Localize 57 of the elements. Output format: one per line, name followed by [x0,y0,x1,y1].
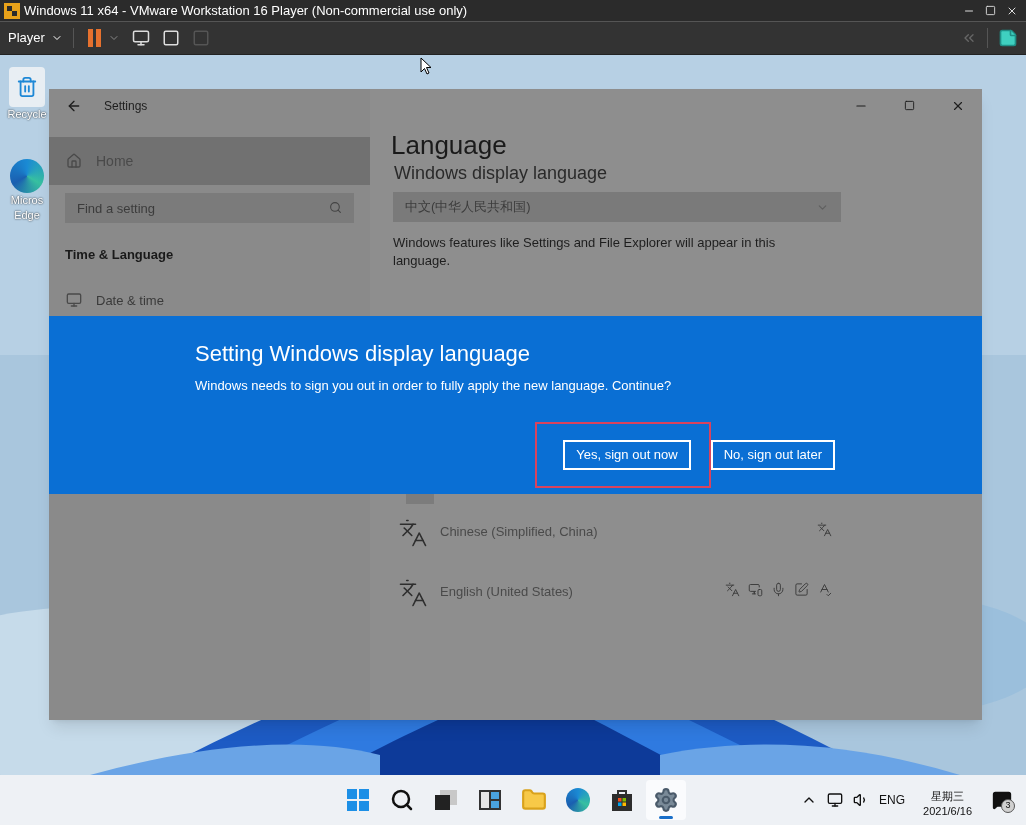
date: 2021/6/16 [923,804,972,819]
language-icon [398,578,428,608]
dialog-button[interactable]: Yes, sign out now [563,440,691,470]
maximize-icon[interactable] [904,100,915,111]
language-name: Chinese (Simplified, China) [440,523,598,541]
unity-icon [191,29,210,47]
handwriting-icon [794,582,809,597]
desktop-icon-label: Edge [14,208,40,223]
gear-icon [653,787,679,813]
search-icon [329,201,342,214]
taskbar-app[interactable] [646,780,686,820]
section-title: Time & Language [65,246,175,264]
dialog-title: Setting Windows display language [195,340,532,368]
dropdown-value: 中文(中华人民共和国) [405,198,532,217]
desktop-icon-label: Recycle [7,107,47,122]
description-text: Windows features like Settings and File Explorer will appear in this language. [393,234,777,270]
input-language[interactable]: ENG [879,791,906,809]
store-bag-icon [610,788,634,812]
full-screen-icon[interactable] [161,29,180,47]
app-title: Settings [104,97,148,115]
player-menu[interactable]: Player [8,28,63,48]
mouse-pointer-icon [420,57,432,75]
display-language-icon [725,582,740,597]
dialog-button[interactable]: No, sign out later [710,440,835,470]
widgets-icon [478,789,502,811]
dialog-message: Windows needs to sign you out in order to fully apply the new language. Continue? [195,377,673,395]
network-icon[interactable] [827,792,844,808]
send-keys-icon[interactable] [131,29,150,47]
section-heading: Windows display language [394,162,609,184]
display-language-icon [817,522,832,537]
calendar-clock-icon [66,292,82,309]
active-indicator [659,816,673,819]
windows-logo-icon [346,788,370,812]
text-to-speech-icon [748,582,763,597]
recycle-bin-icon[interactable] [9,67,45,107]
search-field[interactable]: Find a setting [65,193,354,223]
home-icon [66,153,82,169]
language-row[interactable]: Chinese (Simplified, China) [370,518,982,578]
language-icon [398,518,428,548]
page-heading: Language [391,129,508,162]
notification-badge: 3 [1001,799,1015,813]
weekday: 星期三 [931,789,965,804]
edge-icon [566,788,590,812]
folder-icon [521,787,547,813]
nav-item[interactable]: Date & time [66,290,164,310]
search-icon [390,788,414,812]
language-name: English (United States) [440,583,573,601]
task-view-icon [434,789,458,811]
pause-icon[interactable] [87,29,102,47]
language-row[interactable]: English (United States) [370,578,982,638]
spell-check-icon [817,582,832,597]
desktop-icon-label: Micros [10,193,44,208]
window-title: Windows 11 x64 - VMware Workstation 16 Player (Non-commercial use only) [24,1,468,20]
microphone-icon [771,582,786,597]
note-icon[interactable] [998,28,1018,48]
language-dropdown[interactable]: 中文(中华人民共和国) [393,192,841,222]
clock[interactable]: 星期三 2021/6/16 [923,789,972,819]
